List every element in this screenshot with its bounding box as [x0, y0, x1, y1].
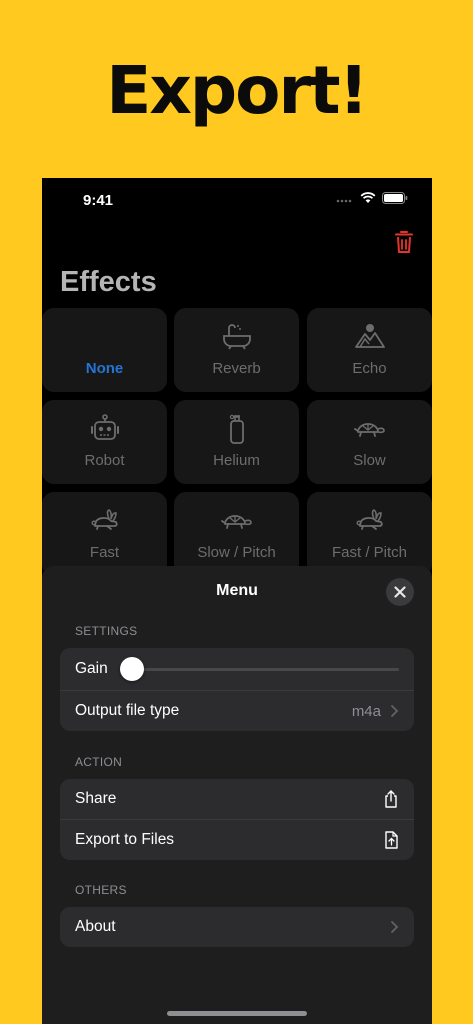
effect-tile-helium[interactable]: Helium — [174, 400, 299, 484]
others-section-header: OTHERS — [75, 883, 127, 897]
export-to-files-label: Export to Files — [75, 831, 175, 848]
gain-slider-track[interactable] — [121, 668, 399, 671]
rabbit-icon — [356, 509, 383, 530]
effects-title: Effects — [60, 266, 157, 298]
home-indicator[interactable] — [167, 1011, 307, 1016]
status-bar: 9:41 — [42, 178, 432, 222]
menu-title: Menu — [216, 582, 258, 599]
settings-section-header: SETTINGS — [75, 624, 138, 638]
action-group: Share Export to Files — [60, 779, 414, 860]
effect-label: Slow — [353, 452, 386, 469]
close-icon — [394, 586, 406, 598]
share-label: Share — [75, 790, 117, 807]
trash-icon[interactable] — [394, 230, 414, 254]
others-group: About — [60, 907, 414, 947]
effect-tile-echo[interactable]: Echo — [307, 308, 432, 392]
effect-label: Reverb — [212, 360, 261, 377]
effect-tile-reverb[interactable]: Reverb — [174, 308, 299, 392]
export-to-files-row[interactable]: Export to Files — [60, 819, 414, 860]
effect-label: Helium — [213, 452, 260, 469]
effect-label: Echo — [352, 360, 387, 377]
effect-label: Fast / Pitch — [331, 544, 408, 561]
rabbit-icon — [91, 509, 118, 530]
settings-group: Gain Output file type m4a — [60, 648, 414, 731]
effect-tile-slow[interactable]: Slow — [307, 400, 432, 484]
effect-label: None — [85, 360, 124, 377]
cellular-signal-icon — [336, 199, 352, 203]
battery-icon — [382, 192, 408, 204]
effect-label: Fast — [89, 544, 120, 561]
effect-tile-slow-pitch[interactable]: Slow / Pitch — [174, 492, 299, 576]
share-icon — [385, 790, 397, 808]
action-section-header: ACTION — [75, 755, 123, 769]
effect-tile-fast[interactable]: Fast — [42, 492, 167, 576]
wifi-icon — [360, 192, 376, 203]
phone-screen: 9:41 Effects None Reverb Echo Robot Heli… — [42, 178, 432, 1024]
output-file-type-label: Output file type — [75, 702, 180, 719]
effect-label: Robot — [84, 452, 125, 469]
effect-tile-none[interactable]: None — [42, 308, 167, 392]
status-time: 9:41 — [83, 192, 114, 209]
bathtub-icon — [222, 324, 251, 350]
gain-label: Gain — [75, 660, 108, 677]
share-row[interactable]: Share — [60, 779, 414, 819]
turtle-icon — [220, 515, 252, 529]
turtle-icon — [353, 423, 385, 437]
export-file-icon — [385, 831, 398, 849]
menu-sheet: Menu SETTINGS Gain Output file type m4a — [42, 566, 432, 1024]
effect-label: Slow / Pitch — [197, 544, 276, 561]
about-label: About — [75, 918, 116, 935]
close-button[interactable] — [386, 578, 414, 606]
about-row[interactable]: About — [60, 907, 414, 947]
effect-tile-fast-pitch[interactable]: Fast / Pitch — [307, 492, 432, 576]
gain-slider-knob[interactable] — [119, 657, 144, 681]
robot-icon — [90, 414, 119, 440]
headline: Export! — [106, 52, 368, 129]
status-icons — [336, 192, 408, 204]
output-file-type-row[interactable]: Output file type m4a — [60, 690, 414, 731]
effect-tile-robot[interactable]: Robot — [42, 400, 167, 484]
helium-tank-icon — [229, 414, 244, 444]
gain-slider[interactable] — [119, 656, 399, 682]
mountain-icon — [354, 324, 385, 348]
gain-row: Gain — [60, 648, 414, 690]
chevron-right-icon — [391, 921, 399, 933]
output-file-type-value: m4a — [351, 702, 381, 720]
chevron-right-icon — [391, 705, 399, 717]
